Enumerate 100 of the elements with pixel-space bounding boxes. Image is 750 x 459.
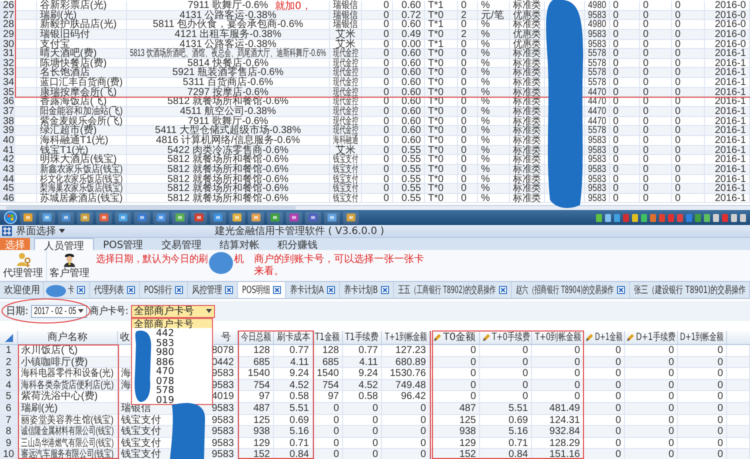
taskbar-app-icon[interactable] bbox=[58, 212, 74, 224]
document-tab[interactable]: 代理列表 bbox=[90, 282, 140, 298]
scrollbar-thumb[interactable] bbox=[6, 206, 296, 210]
close-icon[interactable] bbox=[380, 286, 389, 294]
table-cell: 9583 bbox=[212, 380, 234, 392]
dropdown-option[interactable]: 全部商户卡号 bbox=[132, 318, 212, 328]
ribbon-tab[interactable]: POS管理 bbox=[94, 238, 152, 250]
column-header[interactable]: D+1金额 bbox=[584, 331, 625, 344]
table-cell: 0.60 bbox=[402, 88, 421, 98]
table-cell: 海科融通T1(光) bbox=[40, 136, 108, 146]
ribbon-tab[interactable]: 交易管理 bbox=[152, 238, 210, 250]
dropdown-option[interactable]: 886 bbox=[154, 356, 212, 366]
taskbar-app-icon[interactable] bbox=[248, 212, 264, 224]
column-header[interactable]: T0金额 bbox=[430, 331, 480, 344]
column-header[interactable]: 收 bbox=[118, 331, 131, 344]
taskbar-app-icon[interactable] bbox=[305, 212, 321, 224]
document-tab[interactable]: 欢迎使用 bbox=[0, 282, 44, 298]
select-all-icon[interactable] bbox=[4, 334, 12, 342]
close-icon[interactable] bbox=[616, 286, 625, 294]
column-header[interactable]: 刷卡成本 bbox=[274, 331, 313, 344]
close-icon[interactable] bbox=[225, 286, 233, 294]
start-button[interactable] bbox=[4, 211, 17, 224]
table-cell: 0 bbox=[643, 20, 649, 30]
dropdown-option[interactable]: 578 bbox=[154, 385, 212, 394]
column-header[interactable]: 号 bbox=[175, 331, 238, 344]
taskbar-app-icon[interactable] bbox=[286, 212, 302, 224]
document-tab[interactable]: 养卡计划B bbox=[340, 282, 394, 298]
table-cell: 9583 bbox=[212, 449, 234, 459]
table-cell: 0.84 bbox=[290, 449, 309, 459]
table-cell: 标准类 bbox=[513, 78, 541, 88]
table-cell: 0 bbox=[461, 184, 467, 194]
column-header[interactable]: T1手续费 bbox=[343, 331, 382, 344]
close-icon[interactable] bbox=[326, 286, 335, 294]
ribbon-tab[interactable]: 结算对帐 bbox=[210, 238, 268, 250]
taskbar-app-icon[interactable] bbox=[267, 212, 283, 224]
close-icon[interactable] bbox=[77, 286, 85, 294]
table-cell: T*0 bbox=[428, 146, 444, 156]
row-number: 34 bbox=[0, 78, 15, 87]
taskbar-app-icon[interactable] bbox=[39, 212, 55, 224]
table-cell: 0 bbox=[675, 184, 681, 194]
taskbar-app-icon[interactable] bbox=[20, 212, 36, 224]
table-cell: 0 bbox=[383, 136, 389, 146]
taskbar-app-icon[interactable] bbox=[191, 212, 207, 224]
table-cell: 0 bbox=[643, 10, 649, 20]
table-cell: 0 bbox=[333, 426, 339, 438]
column-header[interactable]: T+0手续费 bbox=[480, 331, 532, 344]
grid-icon[interactable] bbox=[2, 226, 12, 236]
taskbar-app-icon[interactable] bbox=[153, 212, 169, 224]
table-cell: 晴天酒吧(费) bbox=[40, 49, 97, 59]
taskbar-app-icon[interactable] bbox=[343, 212, 359, 224]
taskbar-app-icon[interactable] bbox=[134, 212, 150, 224]
column-header[interactable]: T1金额 bbox=[313, 331, 343, 344]
ribbon-tab[interactable]: 人员管理 bbox=[34, 238, 94, 250]
column-header[interactable]: T+0到帐金额 bbox=[532, 331, 584, 344]
ribbon-button[interactable]: 客户管理 bbox=[46, 250, 92, 281]
document-tab[interactable]: 王五（工商银行 T8902)的交易操作 bbox=[394, 282, 512, 298]
taskbar-app-icon[interactable] bbox=[115, 212, 131, 224]
close-icon[interactable] bbox=[175, 286, 184, 294]
table-cell: 0.60 bbox=[402, 49, 421, 59]
table-cell: 0.55 bbox=[402, 146, 421, 156]
dropdown-option[interactable]: 078 bbox=[154, 376, 212, 385]
column-header[interactable]: 商户名称 bbox=[18, 331, 118, 344]
close-icon[interactable] bbox=[273, 286, 282, 294]
caret-icon[interactable] bbox=[206, 309, 212, 313]
taskbar-app-icon[interactable] bbox=[172, 212, 188, 224]
menu-button[interactable]: 界面选择 bbox=[16, 224, 65, 238]
taskbar-app-icon[interactable] bbox=[77, 212, 93, 224]
close-icon[interactable] bbox=[498, 286, 507, 294]
document-tab[interactable]: 赵六（招商银行 T8904)的交易操作 bbox=[512, 282, 630, 298]
document-tab[interactable]: POS明细 bbox=[238, 282, 286, 298]
taskbar-app-icon[interactable] bbox=[324, 212, 340, 224]
table-cell: 5812 就餐场所和餐馆-0.6% bbox=[167, 184, 289, 194]
column-header[interactable]: T+1到帐金额 bbox=[382, 331, 430, 344]
table-cell: 9.24 bbox=[290, 368, 309, 380]
column-header[interactable]: D+1到帐金额 bbox=[678, 331, 727, 344]
ribbon-button[interactable]: 代理管理 bbox=[0, 250, 46, 281]
document-tab[interactable]: POS排行 bbox=[140, 282, 188, 298]
card-dropdown[interactable]: 全部商户卡号 bbox=[131, 304, 215, 318]
taskbar-app-icon[interactable] bbox=[210, 212, 226, 224]
taskbar-app-icon[interactable] bbox=[96, 212, 112, 224]
table-cell: 0 bbox=[615, 391, 621, 403]
taskbar-app-icon[interactable] bbox=[229, 212, 245, 224]
ribbon-tab[interactable]: 积分赚钱 bbox=[268, 238, 326, 250]
dropdown-option[interactable]: 019 bbox=[154, 394, 212, 404]
column-header[interactable]: 今日总额 bbox=[238, 331, 274, 344]
document-tab[interactable]: 张三（建设银行 T8901)的交易操作 bbox=[630, 282, 750, 298]
table-cell: T*0 bbox=[428, 68, 444, 78]
table-cell: 2016-1 bbox=[714, 136, 746, 146]
caret-icon[interactable] bbox=[78, 309, 84, 313]
close-icon[interactable] bbox=[127, 286, 135, 294]
redaction-scribble bbox=[208, 251, 234, 275]
table-cell: 陈塘快餐店(费) bbox=[40, 58, 107, 69]
document-tab[interactable]: 养卡计划A bbox=[286, 282, 340, 298]
column-header[interactable]: D+1手续费 bbox=[625, 331, 678, 344]
dropdown-option[interactable]: 470 bbox=[154, 366, 212, 376]
table-cell: 2016-0 bbox=[714, 20, 746, 30]
table-cell: 梨海巢农家乐饭店(钱宝) bbox=[40, 184, 123, 194]
pencil-icon bbox=[585, 334, 594, 342]
dropdown-option[interactable]: 980 bbox=[154, 347, 212, 356]
date-field[interactable]: 2017 - 02 - 05 bbox=[31, 304, 87, 318]
